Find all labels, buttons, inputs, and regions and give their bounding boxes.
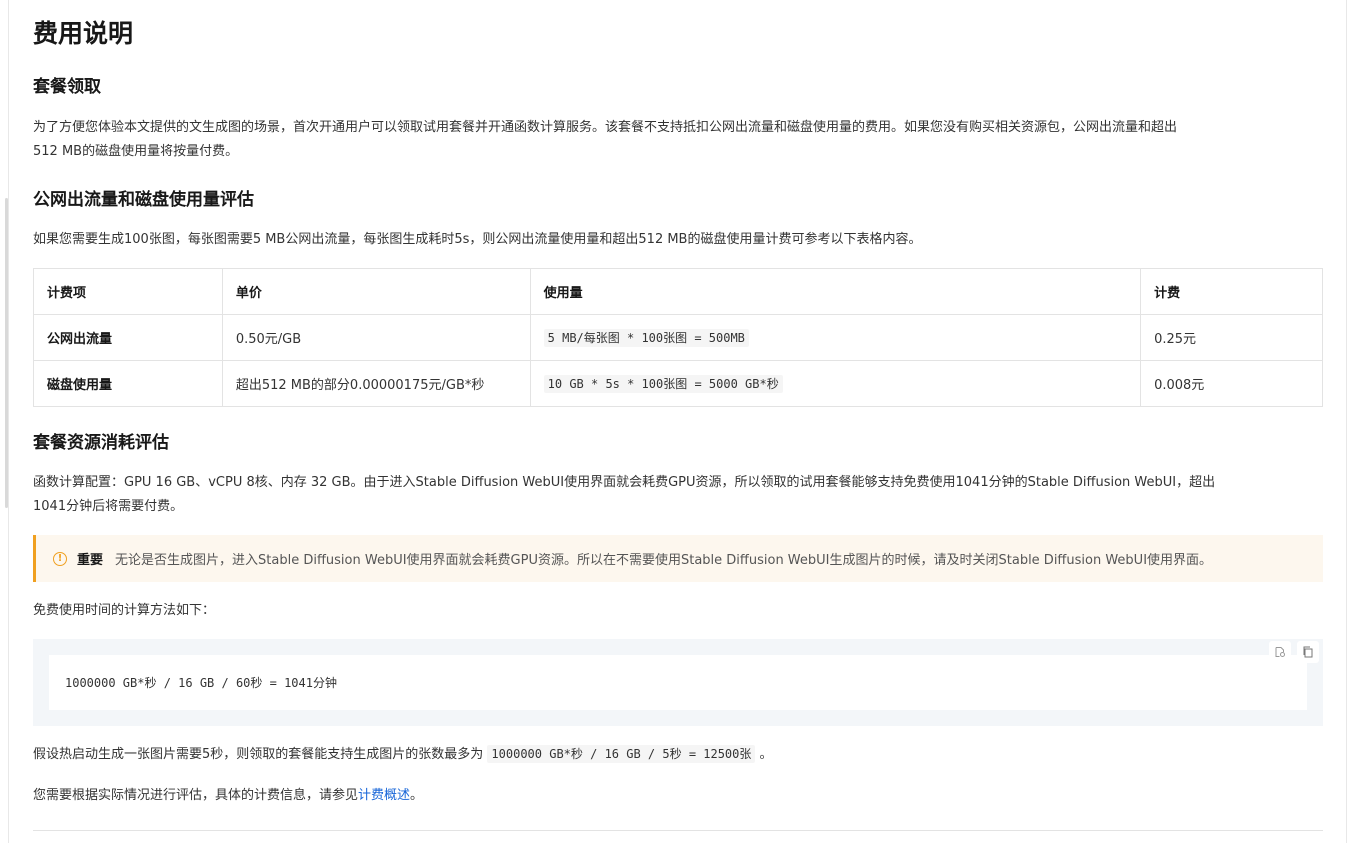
resource-line2: 1041分钟后将需要付费。 (33, 499, 184, 514)
table-cell-fee: 0.008元 (1140, 360, 1323, 407)
table-cell-item: 公网出流量 (33, 314, 223, 361)
copy-icon[interactable] (1297, 641, 1319, 663)
table-header-cell: 计费 (1140, 268, 1323, 315)
resource-line1: 函数计算配置：GPU 16 GB、vCPU 8核、内存 32 GB。由于进入St… (33, 475, 1216, 490)
assume-prefix: 假设热启动生成一张图片需要5秒，则领取的套餐能支持生成图片的张数最多为 (33, 747, 484, 762)
scroll-indicator[interactable] (5, 198, 8, 508)
page-title: 费用说明 (33, 19, 134, 48)
table-cell-fee: 0.25元 (1140, 314, 1323, 361)
table-cell-item: 磁盘使用量 (33, 360, 223, 407)
table-row: 磁盘使用量 超出512 MB的部分0.00000175元/GB*秒 10 GB … (33, 360, 1323, 407)
table-cell-price: 0.50元/GB (221, 314, 531, 361)
code-toolbar (1269, 641, 1319, 663)
code-block: 1000000 GB*秒 / 16 GB / 60秒 = 1041分钟 (33, 639, 1323, 726)
billing-overview-link[interactable]: 计费概述 (358, 788, 410, 803)
traffic-disk-text: 如果您需要生成100张图，每张图需要5 MB公网出流量，每张图生成耗时5s，则公… (33, 232, 922, 247)
table-header-cell: 使用量 (529, 268, 1142, 315)
closing-text: 您需要根据实际情况进行评估，具体的计费信息，请参见计费概述。 (33, 784, 1323, 808)
warning-icon: ! (53, 551, 67, 566)
package-claim-text: 为了方便您体验本文提供的文生成图的场景，首次开通用户可以领取试用套餐并开通函数计… (33, 116, 1323, 164)
fee-table: 计费项 单价 使用量 计费 公网出流量 0.50元/GB 5 MB/每张图 * … (33, 268, 1323, 407)
usage-code: 10 GB * 5s * 100张图 = 5000 GB*秒 (543, 375, 783, 393)
note-body: 无论是否生成图片，进入Stable Diffusion WebUI使用界面就会耗… (115, 553, 1213, 568)
important-note: ! 重要 无论是否生成图片，进入Stable Diffusion WebUI使用… (33, 535, 1323, 582)
table-header-row: 计费项 单价 使用量 计费 (33, 268, 1323, 315)
table-header-cell: 计费项 (33, 268, 223, 315)
table-cell-usage: 10 GB * 5s * 100张图 = 5000 GB*秒 (529, 360, 1142, 407)
package-claim-line2: 512 MB的磁盘使用量将按量付费。 (33, 144, 239, 159)
left-border (8, 0, 9, 843)
note-title: 重要 (77, 553, 104, 568)
heading-traffic-disk: 公网出流量和磁盘使用量评估 (33, 190, 254, 210)
heading-package-claim: 套餐领取 (33, 77, 101, 97)
assume-text: 假设热启动生成一张图片需要5秒，则领取的套餐能支持生成图片的张数最多为 1000… (33, 742, 1323, 767)
section-divider (33, 830, 1323, 831)
heading-resource-consumption: 套餐资源消耗评估 (33, 433, 169, 453)
code-content[interactable]: 1000000 GB*秒 / 16 GB / 60秒 = 1041分钟 (49, 655, 1307, 710)
table-cell-price: 超出512 MB的部分0.00000175元/GB*秒 (221, 360, 531, 407)
table-header-cell: 单价 (221, 268, 531, 315)
package-claim-line1: 为了方便您体验本文提供的文生成图的场景，首次开通用户可以领取试用套餐并开通函数计… (33, 120, 1178, 135)
right-border (1346, 0, 1347, 843)
closing-prefix: 您需要根据实际情况进行评估，具体的计费信息，请参见 (33, 788, 359, 803)
table-row: 公网出流量 0.50元/GB 5 MB/每张图 * 100张图 = 500MB … (33, 314, 1323, 361)
resource-consumption-text: 函数计算配置：GPU 16 GB、vCPU 8核、内存 32 GB。由于进入St… (33, 471, 1323, 519)
assume-suffix: 。 (759, 747, 773, 762)
assume-code: 1000000 GB*秒 / 16 GB / 5秒 = 12500张 (487, 745, 756, 763)
usage-code: 5 MB/每张图 * 100张图 = 500MB (543, 329, 749, 347)
table-cell-usage: 5 MB/每张图 * 100张图 = 500MB (529, 314, 1142, 361)
calc-intro-text: 免费使用时间的计算方法如下： (33, 603, 216, 618)
closing-suffix: 。 (410, 788, 424, 803)
open-in-editor-icon[interactable] (1269, 641, 1291, 663)
